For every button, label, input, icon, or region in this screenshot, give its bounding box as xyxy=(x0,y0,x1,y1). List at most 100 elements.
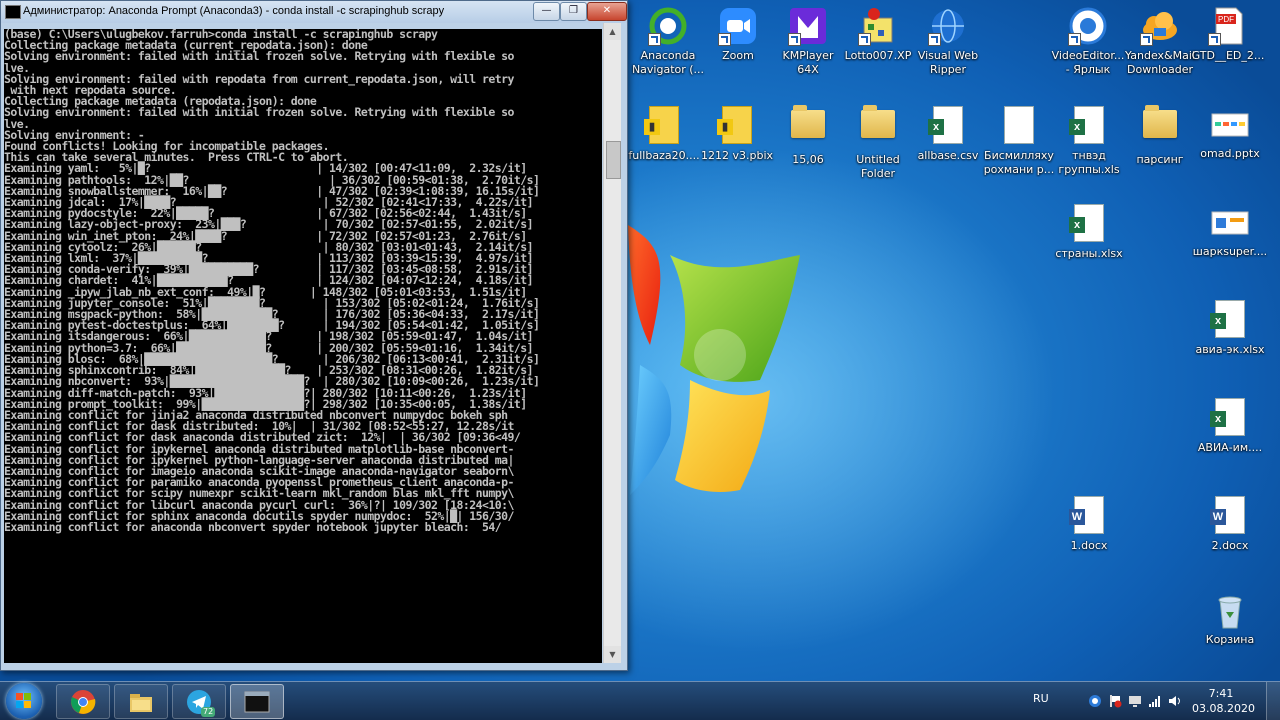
word-file-icon: W xyxy=(1210,496,1250,536)
scroll-thumb[interactable] xyxy=(606,141,621,179)
folder-icon xyxy=(1140,105,1180,150)
desktop-icon-2-docx[interactable]: W 2.docx xyxy=(1192,494,1268,553)
desktop-icon-label: Корзина xyxy=(1205,633,1255,646)
taskbar-telegram[interactable]: 72 xyxy=(172,684,226,719)
scroll-down-arrow-icon[interactable]: ▼ xyxy=(604,646,621,663)
desktop-icon-strany-xlsx[interactable]: x страны.xlsx xyxy=(1051,202,1127,261)
console-line: Solving environment: failed with initial… xyxy=(4,105,514,120)
desktop-icon-label: Anaconda Navigator (... xyxy=(631,49,705,76)
desktop-icon-tnved-xls[interactable]: x тнвэд группы.xls xyxy=(1051,104,1127,177)
desktop-icon-fullbaza-pbix[interactable]: ▮ fullbaza20.... xyxy=(626,104,702,163)
desktop-icon-label: 15,06 xyxy=(792,153,824,166)
clock[interactable]: 7:41 03.08.2020 xyxy=(1192,686,1255,716)
recycle-bin-icon xyxy=(1210,590,1250,630)
lotto-icon xyxy=(858,6,898,46)
console-line: Examining conflict for anaconda nbconver… xyxy=(4,519,502,534)
desktop-icon-label: GTD__ED_2... xyxy=(1191,49,1265,62)
window-titlebar[interactable]: Администратор: Anaconda Prompt (Anaconda… xyxy=(1,1,627,23)
desktop-icon-yandex-mail-downloader[interactable]: Yandex&Mail Downloader xyxy=(1122,6,1198,77)
desktop-icon-gtd-pdf[interactable]: PDF GTD__ED_2... xyxy=(1190,6,1266,63)
console-icon xyxy=(244,691,270,713)
desktop-icon-omad-pptx[interactable]: omad.pptx xyxy=(1192,104,1268,161)
taskbar-console[interactable] xyxy=(230,684,284,719)
desktop-icon-zoom[interactable]: Zoom xyxy=(700,6,776,63)
powerbi-file-icon: ▮ xyxy=(644,106,684,146)
word-file-icon: W xyxy=(1069,496,1109,536)
desktop-icon-label: KMPlayer 64X xyxy=(782,49,834,76)
desktop-icon-parsing-folder[interactable]: парсинг xyxy=(1122,104,1198,167)
pdf-icon: PDF xyxy=(1208,6,1248,46)
desktop-icon-label: 1212 v3.pbix xyxy=(700,149,774,162)
window-title: Администратор: Anaconda Prompt (Anaconda… xyxy=(23,5,445,17)
desktop-icon-label: Бисмилляху рохмани р... xyxy=(983,149,1055,176)
desktop-icon-anaconda-navigator[interactable]: Anaconda Navigator (... xyxy=(630,6,706,77)
desktop-icon-recycle-bin[interactable]: Корзина xyxy=(1192,590,1268,647)
desktop-icon-label: fullbaza20.... xyxy=(628,149,700,162)
desktop-icon-videoeditor[interactable]: VideoEditor... - Ярлык xyxy=(1050,6,1126,77)
display-icon[interactable] xyxy=(1128,694,1142,708)
zoom-icon xyxy=(718,6,758,46)
volume-icon[interactable] xyxy=(1168,694,1182,708)
console-text: (base) C:\Users\ulugbekov.farruh>conda i… xyxy=(4,29,540,534)
desktop-icon-label: VideoEditor... - Ярлык xyxy=(1051,49,1125,76)
desktop-icon-label: 2.docx xyxy=(1211,539,1249,552)
folder-icon xyxy=(788,105,828,150)
windows-flag-icon xyxy=(16,693,31,708)
desktop-icon-avia-im-xlsx[interactable]: x АВИА-им.... xyxy=(1192,396,1268,455)
desktop-icon-label: АВИА-им.... xyxy=(1197,441,1263,454)
network-signal-icon[interactable] xyxy=(1148,694,1162,708)
videoeditor-icon xyxy=(1068,6,1108,46)
console-line: Solving environment: failed with initial… xyxy=(4,49,514,64)
close-button[interactable]: ✕ xyxy=(587,2,627,21)
desktop-icon-label: парсинг xyxy=(1136,153,1184,166)
desktop-icon-label: Yandex&Mail Downloader xyxy=(1125,49,1195,76)
cloud-icon xyxy=(1140,6,1180,46)
taskbar-explorer[interactable] xyxy=(114,684,168,719)
anaconda-icon xyxy=(648,6,688,46)
desktop-icon-label: omad.pptx xyxy=(1200,147,1260,160)
scroll-up-arrow-icon[interactable]: ▲ xyxy=(604,23,621,40)
start-button[interactable] xyxy=(6,683,42,719)
text-file-icon xyxy=(999,106,1039,146)
windows-logo-wallpaper xyxy=(628,225,800,495)
excel-file-icon: x xyxy=(1069,204,1109,244)
unread-badge: 72 xyxy=(201,707,216,717)
show-desktop-button[interactable] xyxy=(1266,682,1280,720)
desktop-icon-allbase-csv[interactable]: x allbase.csv xyxy=(910,104,986,163)
desktop-icon-avia-ek-xlsx[interactable]: x авиа-эк.xlsx xyxy=(1192,298,1268,357)
desktop-icon-lotto007[interactable]: Lotto007.XP xyxy=(840,6,916,63)
desktop-icon-kmplayer[interactable]: KMPlayer 64X xyxy=(770,6,846,77)
minimize-button[interactable]: — xyxy=(533,2,560,21)
console-icon xyxy=(5,5,21,19)
console-output-area[interactable]: (base) C:\Users\ulugbekov.farruh>conda i… xyxy=(4,29,602,663)
desktop-icon-folder-1506[interactable]: 15,06 xyxy=(770,104,846,167)
language-indicator[interactable]: RU xyxy=(1033,692,1049,705)
desktop-icon-label: 1.docx xyxy=(1070,539,1108,552)
desktop-icon-label: Lotto007.XP xyxy=(844,49,912,62)
excel-file-icon: x xyxy=(1210,300,1250,340)
desktop-icon-1-docx[interactable]: W 1.docx xyxy=(1051,494,1127,553)
pptx-thumbnail-icon xyxy=(1210,104,1250,144)
excel-file-icon: x xyxy=(1210,398,1250,438)
desktop-icon-1212-pbix[interactable]: ▮ 1212 v3.pbix xyxy=(699,104,775,163)
desktop-icon-untitled-folder[interactable]: Untitled Folder xyxy=(840,104,916,181)
desktop-icon-label: Visual Web Ripper xyxy=(917,49,979,76)
taskbar-chrome[interactable] xyxy=(56,684,110,719)
sync-icon[interactable] xyxy=(1088,694,1102,708)
kmplayer-icon xyxy=(788,6,828,46)
svg-text:PDF: PDF xyxy=(1218,15,1234,24)
desktop-icon-visual-web-ripper[interactable]: Visual Web Ripper xyxy=(910,6,986,77)
excel-file-icon: x xyxy=(1069,106,1109,146)
desktop-icon-label: шаркsuper.... xyxy=(1192,245,1268,258)
action-center-flag-icon[interactable] xyxy=(1108,694,1122,708)
anaconda-prompt-window[interactable]: Администратор: Anaconda Prompt (Anaconda… xyxy=(0,0,628,671)
vertical-scrollbar[interactable]: ▲ ▼ xyxy=(603,23,621,663)
chrome-icon xyxy=(71,690,96,714)
desktop-icon-label: тнвэд группы.xls xyxy=(1058,149,1120,176)
desktop-icon-bismillah-doc[interactable]: Бисмилляху рохмани р... xyxy=(981,104,1057,177)
excel-file-icon: x xyxy=(928,106,968,146)
maximize-button[interactable]: ❐ xyxy=(560,2,587,21)
desktop-icon-shark-super[interactable]: шаркsuper.... xyxy=(1192,202,1268,259)
folder-icon xyxy=(858,105,898,150)
desktop-icon-label: страны.xlsx xyxy=(1055,247,1123,260)
